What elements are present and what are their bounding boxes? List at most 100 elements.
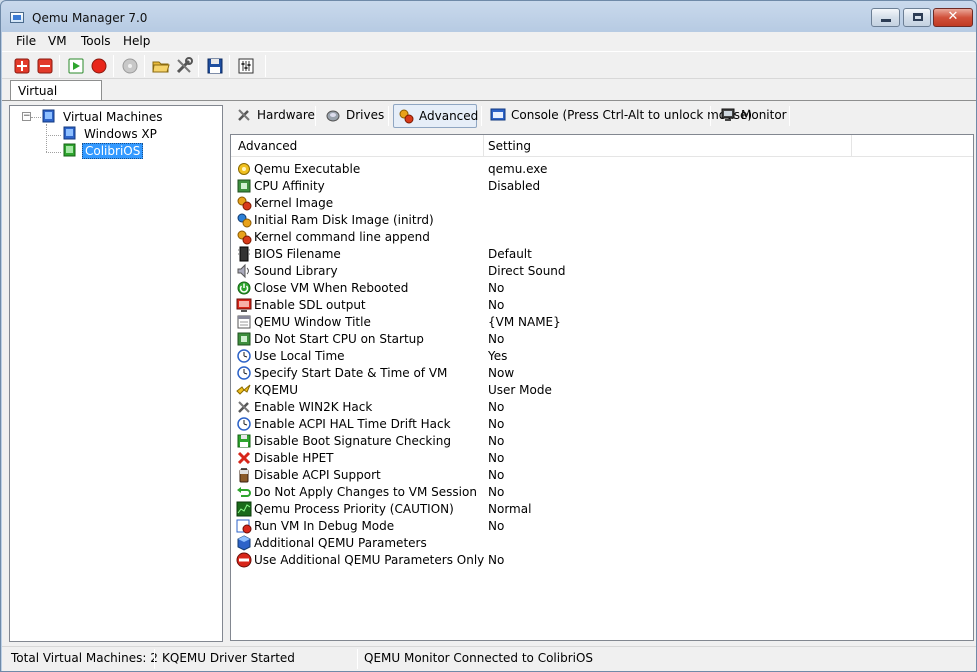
list-item[interactable]: Run VM In Debug Mode No [231, 518, 973, 535]
column-divider[interactable] [851, 135, 852, 157]
menu-vm[interactable]: VM [48, 34, 67, 48]
status-total-vms: Total Virtual Machines: 2 [11, 651, 158, 665]
tree-root-virtual-machines[interactable]: Virtual Machines [41, 109, 221, 125]
add-vm-button[interactable] [12, 56, 32, 76]
setting-value[interactable]: Normal [488, 502, 531, 516]
start-vm-button[interactable] [66, 56, 86, 76]
setting-value[interactable]: No [488, 332, 504, 346]
list-item[interactable]: Disable ACPI Support No [231, 467, 973, 484]
setting-value[interactable]: No [488, 485, 504, 499]
setting-value[interactable]: No [488, 519, 504, 533]
tab-virtual-machines[interactable]: Virtual Machines [10, 80, 102, 112]
close-button[interactable]: ✕ [933, 8, 973, 27]
list-item[interactable]: KQEMU User Mode [231, 382, 973, 399]
list-item[interactable]: CPU Affinity Disabled [231, 178, 973, 195]
setting-value[interactable]: Now [488, 366, 514, 380]
setting-value[interactable]: qemu.exe [488, 162, 547, 176]
list-item[interactable]: Additional QEMU Parameters [231, 535, 973, 552]
vm-tree[interactable]: − Virtual Machines Windows XP ColibriOS [9, 105, 223, 642]
cd-icon [122, 58, 138, 74]
menu-bar: File VM Tools Help [2, 32, 976, 51]
open-folder-button[interactable] [151, 56, 171, 76]
setting-value[interactable]: No [488, 468, 504, 482]
tab-console[interactable]: Console (Press Ctrl-Alt to unlock mouse) [486, 104, 752, 128]
list-item[interactable]: Do Not Apply Changes to VM Session No [231, 484, 973, 501]
column-header-setting[interactable]: Setting [488, 139, 531, 153]
cube-icon [237, 535, 251, 551]
sliders-icon [238, 58, 254, 74]
tree-root-label: Virtual Machines [63, 110, 163, 124]
menu-file[interactable]: File [16, 34, 36, 48]
folder-icon [152, 61, 170, 73]
mixer-settings-button[interactable] [236, 56, 256, 76]
setting-value[interactable]: No [488, 400, 504, 414]
cpu-icon [237, 179, 251, 193]
list-item[interactable]: Sound Library Direct Sound [231, 263, 973, 280]
lightning-icon [236, 384, 251, 395]
status-divider [154, 649, 155, 669]
column-header-advanced[interactable]: Advanced [238, 139, 297, 153]
maximize-button[interactable] [903, 8, 931, 27]
setting-value[interactable]: Default [488, 247, 532, 261]
collapse-toggle[interactable]: − [22, 112, 31, 121]
setting-name: Run VM In Debug Mode [254, 519, 395, 533]
clock-icon [237, 349, 251, 363]
tab-content: − Virtual Machines Windows XP ColibriOS [2, 100, 976, 646]
tab-hardware[interactable]: Hardware [232, 104, 315, 128]
list-item[interactable]: Use Additional QEMU Parameters Only No [231, 552, 973, 569]
list-item[interactable]: Kernel Image [231, 195, 973, 212]
debug-icon [236, 519, 252, 534]
setting-name: Enable WIN2K Hack [254, 400, 373, 414]
menu-help[interactable]: Help [123, 34, 150, 48]
menu-tools[interactable]: Tools [81, 34, 111, 48]
cd-rom-button[interactable] [120, 56, 140, 76]
tab-label: Hardware [257, 108, 315, 122]
list-item[interactable]: BIOS Filename Default [231, 246, 973, 263]
setting-name: Do Not Apply Changes to VM Session [254, 485, 477, 499]
setting-value[interactable]: No [488, 451, 504, 465]
list-item[interactable]: Qemu Process Priority (CAUTION) Normal [231, 501, 973, 518]
list-item[interactable]: Enable SDL output No [231, 297, 973, 314]
list-item[interactable]: Do Not Start CPU on Startup No [231, 331, 973, 348]
minimize-button[interactable] [871, 8, 900, 27]
save-button[interactable] [205, 56, 225, 76]
app-icon [10, 12, 24, 23]
tree-item-colibrios[interactable]: ColibriOS [62, 143, 212, 159]
setting-value[interactable]: Disabled [488, 179, 540, 193]
status-monitor: QEMU Monitor Connected to ColibriOS [364, 651, 594, 665]
advanced-settings-list[interactable]: Advanced Setting Qemu Executable qemu.exe… [230, 134, 974, 641]
cpu-icon [237, 332, 251, 346]
list-item[interactable]: Kernel command line append [231, 229, 973, 246]
list-item[interactable]: Enable ACPI HAL Time Drift Hack No [231, 416, 973, 433]
play-icon [68, 58, 84, 74]
display-icon [236, 298, 252, 312]
list-item[interactable]: Initial Ram Disk Image (initrd) [231, 212, 973, 229]
setting-value[interactable]: No [488, 417, 504, 431]
list-item[interactable]: Specify Start Date & Time of VM Now [231, 365, 973, 382]
list-item[interactable]: Use Local Time Yes [231, 348, 973, 365]
setting-value[interactable]: No [488, 281, 504, 295]
list-item[interactable]: QEMU Window Title {VM NAME} [231, 314, 973, 331]
tab-advanced[interactable]: Advanced [393, 104, 478, 128]
tab-monitor[interactable]: Monitor [716, 104, 787, 128]
setting-value[interactable]: User Mode [488, 383, 552, 397]
list-item[interactable]: Enable WIN2K Hack No [231, 399, 973, 416]
settings-button[interactable] [174, 56, 194, 76]
list-item[interactable]: Qemu Executable qemu.exe [231, 161, 973, 178]
stop-vm-button[interactable] [89, 56, 109, 76]
setting-value[interactable]: Yes [488, 349, 507, 363]
setting-value[interactable]: No [488, 553, 504, 567]
list-item[interactable]: Disable HPET No [231, 450, 973, 467]
floppy-icon [207, 58, 223, 74]
remove-vm-button[interactable] [35, 56, 55, 76]
setting-value[interactable]: {VM NAME} [488, 315, 561, 329]
list-item[interactable]: Disable Boot Signature Checking No [231, 433, 973, 450]
setting-value[interactable]: No [488, 434, 504, 448]
tab-drives[interactable]: Drives [321, 104, 386, 128]
setting-value[interactable]: Direct Sound [488, 264, 566, 278]
gears-red-icon [237, 230, 252, 245]
setting-value[interactable]: No [488, 298, 504, 312]
list-item[interactable]: Close VM When Rebooted No [231, 280, 973, 297]
tree-item-windows-xp[interactable]: Windows XP [62, 126, 212, 142]
column-divider[interactable] [483, 135, 484, 157]
